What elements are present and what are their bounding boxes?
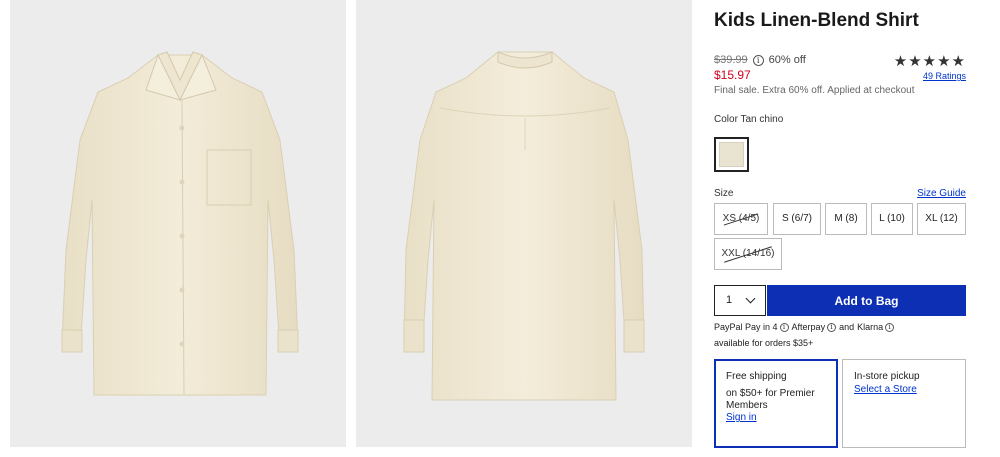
price-row: $39.99 i 60% off (714, 54, 806, 66)
shipping-detail: on $50+ for Premier Members (726, 388, 815, 411)
size-label: Size (714, 188, 734, 199)
select-store-link[interactable]: Select a Store (854, 384, 954, 395)
chevron-down-icon (745, 293, 756, 304)
product-image-back[interactable] (356, 0, 692, 447)
pickup-option[interactable]: In-store pickup Select a Store (842, 359, 966, 448)
info-icon[interactable]: i (752, 54, 764, 66)
size-option-l[interactable]: L (10) (871, 203, 913, 235)
pickup-title: In-store pickup (854, 371, 920, 382)
quantity-value: 1 (726, 294, 733, 306)
original-price: $39.99 (714, 54, 748, 66)
info-icon[interactable]: i (779, 322, 789, 332)
discount-label: 60% off (768, 54, 806, 66)
shirt-back-illustration (403, 51, 645, 401)
size-option-xl[interactable]: XL (12) (917, 203, 966, 235)
size-option-xxl[interactable]: XXL (14/16) (714, 238, 782, 270)
add-to-bag-button[interactable]: Add to Bag (767, 285, 966, 316)
shirt-front-illustration (61, 51, 299, 396)
star-rating-icon: ★★★★★ (893, 53, 966, 70)
color-label: Color Tan chino (714, 114, 784, 125)
product-title: Kids Linen-Blend Shirt (714, 10, 919, 31)
final-sale-note: Final sale. Extra 60% off. Applied at ch… (714, 85, 915, 96)
sign-in-link[interactable]: Sign in (726, 412, 826, 423)
swatch-fill (719, 142, 744, 167)
color-swatch-tan-chino[interactable] (714, 137, 749, 172)
payment-options: PayPal Pay in 4 i Afterpay i and Klarna … (714, 322, 897, 332)
sale-price: $15.97 (714, 68, 751, 82)
size-option-s[interactable]: S (6/7) (773, 203, 821, 235)
payment-availability: available for orders $35+ (714, 338, 814, 348)
product-image-front[interactable] (10, 0, 346, 447)
ratings-link[interactable]: 49 Ratings (923, 71, 966, 81)
shipping-title: Free shipping (726, 371, 787, 382)
size-guide-link[interactable]: Size Guide (917, 188, 966, 199)
klarna-label: Klarna (857, 322, 884, 332)
info-icon[interactable]: i (885, 322, 895, 332)
shipping-option[interactable]: Free shipping on $50+ for Premier Member… (714, 359, 838, 448)
afterpay-label: Afterpay (791, 322, 826, 332)
paypal-label: PayPal Pay in 4 (714, 322, 778, 332)
size-option-xs[interactable]: XS (4/5) (714, 203, 768, 235)
quantity-select[interactable]: 1 (714, 285, 766, 316)
and-label: and (839, 322, 855, 332)
info-icon[interactable]: i (827, 322, 837, 332)
size-option-m[interactable]: M (8) (825, 203, 867, 235)
